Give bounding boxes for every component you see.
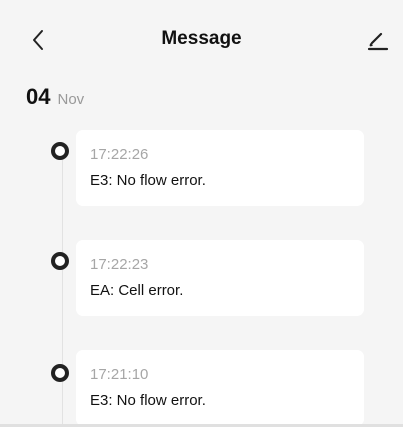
message-card[interactable]: 17:22:23 EA: Cell error. [76, 240, 364, 316]
app-header: Message [0, 0, 403, 82]
edit-button[interactable] [364, 22, 392, 58]
pencil-icon [367, 32, 389, 51]
message-text: EA: Cell error. [90, 282, 184, 299]
date-day: 04 [26, 84, 51, 109]
message-text: E3: No flow error. [90, 172, 206, 189]
message-card[interactable]: 17:21:10 E3: No flow error. [76, 350, 364, 426]
page-title: Message [161, 28, 242, 49]
message-time: 17:21:10 [90, 366, 149, 383]
date-heading: 04 Nov [26, 84, 84, 110]
timeline-dot-icon [51, 364, 69, 382]
message-card[interactable]: 17:22:26 E3: No flow error. [76, 130, 364, 206]
timeline-dot-icon [51, 252, 69, 270]
message-text: E3: No flow error. [90, 392, 206, 409]
timeline-line [62, 158, 63, 427]
timeline-dot-icon [51, 142, 69, 160]
date-month: Nov [57, 91, 85, 108]
message-time: 17:22:23 [90, 256, 149, 273]
message-time: 17:22:26 [90, 146, 149, 163]
